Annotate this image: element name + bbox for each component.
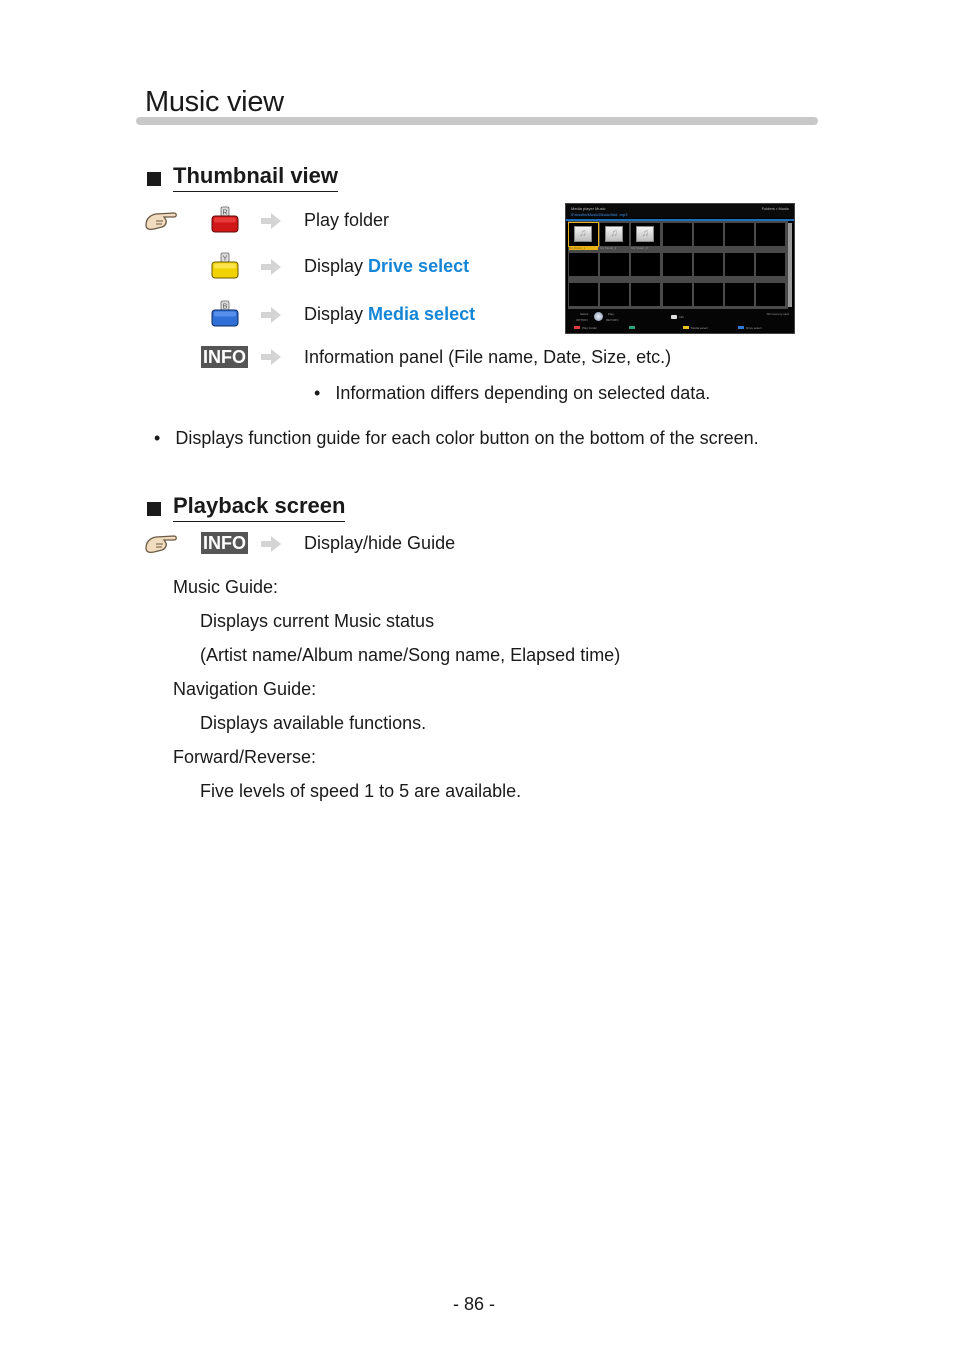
thumbnail-cell[interactable]: ♫ — [631, 223, 661, 246]
footer-select: Select — [580, 312, 589, 316]
arrow-right-icon — [261, 213, 281, 229]
term-navigation-guide: Navigation Guide: — [173, 679, 317, 699]
info-key-icon: INFO — [201, 346, 248, 368]
arrow-right-icon — [261, 307, 281, 323]
action-display-media-select: Display Media select — [304, 304, 475, 325]
desc-navigation-guide: Displays available functions. — [200, 713, 427, 733]
sub-bullet-text: Information differs depending on selecte… — [335, 383, 711, 403]
section-heading-text: Playback screen — [173, 493, 346, 522]
screenshot-path: /Favorite/Music/Music/### .mp3 — [571, 212, 628, 217]
thumbnail-cell[interactable] — [693, 223, 723, 246]
desc-music-guide-2: (Artist name/Album name/Song name, Elaps… — [200, 645, 621, 665]
blue-button-icon: B — [211, 300, 239, 327]
thumbnail-cell[interactable] — [756, 253, 786, 276]
screenshot-header-left: Media player Music — [571, 206, 606, 211]
section-heading-text: Thumbnail view — [173, 163, 339, 192]
thumbnail-cell[interactable] — [725, 283, 754, 306]
svg-text:R: R — [222, 210, 227, 217]
action-play-folder: Play folder — [304, 210, 389, 231]
info-key-icon — [671, 315, 677, 319]
hand-pointer-icon — [145, 535, 177, 554]
footer-blue: Drive select — [746, 326, 762, 330]
red-button-icon — [574, 326, 580, 329]
thumbnail-cell[interactable] — [756, 223, 786, 246]
thumbnail-caption: My Music_3 — [631, 246, 648, 250]
thumbnail-grid: My Music_1 ♫ My Music_2 ♫ My Music_3 ♫ — [568, 221, 788, 309]
music-note-icon: ♫ — [636, 226, 655, 242]
thumbnail-cell[interactable]: ♫ — [600, 223, 630, 246]
info-key-icon: INFO — [201, 532, 248, 554]
term-forward-reverse: Forward/Reverse: — [173, 747, 317, 767]
desc-forward-reverse: Five levels of speed 1 to 5 are availabl… — [200, 781, 522, 801]
media-select-link[interactable]: Media select — [368, 304, 475, 324]
screenshot-header: Media player Music Folders • Music /Favo… — [566, 204, 794, 218]
thumbnail-cell[interactable] — [600, 283, 630, 306]
square-bullet-icon — [147, 171, 161, 186]
music-note-icon: ♫ — [605, 226, 624, 242]
footer-option: OPTION — [576, 318, 588, 322]
thumbnail-cell[interactable]: ♫ — [568, 222, 599, 247]
footer-device: SD memory card — [766, 312, 789, 316]
term-music-guide: Music Guide: — [173, 577, 279, 597]
arrow-right-icon — [261, 536, 281, 552]
thumbnail-cell[interactable] — [662, 283, 692, 306]
thumbnail-cell[interactable] — [631, 283, 661, 306]
drive-select-link[interactable]: Drive select — [368, 256, 469, 276]
footer-yellow: Media select — [691, 326, 708, 330]
note-text: Displays function guide for each color b… — [175, 428, 759, 448]
thumbnail-view-screenshot: Media player Music Folders • Music /Favo… — [565, 203, 795, 334]
thumbnail-cell[interactable] — [725, 223, 754, 246]
screenshot-header-right: Folders • Music — [761, 206, 789, 211]
title-rule — [136, 117, 818, 125]
action-text: Play folder — [304, 210, 390, 230]
footer-red: Play Folder — [582, 326, 598, 330]
action-text: Display — [304, 256, 369, 276]
footer-info: Info — [679, 315, 685, 319]
yellow-button-icon: Y — [211, 252, 239, 279]
thumbnail-cell[interactable] — [569, 283, 598, 306]
yellow-button-icon — [683, 326, 689, 329]
square-bullet-icon — [147, 501, 161, 516]
action-display-drive-select: Display Drive select — [304, 256, 469, 277]
thumbnail-cell[interactable] — [662, 223, 692, 246]
red-button-icon: R — [211, 206, 239, 233]
thumbnail-caption: My Music_2 — [600, 246, 617, 250]
thumbnail-cell[interactable] — [569, 253, 598, 276]
action-text: Display — [304, 304, 369, 324]
action-information-panel: Information panel (File name, Date, Size… — [304, 347, 672, 367]
music-note-icon: ♫ — [574, 226, 592, 242]
svg-text:Y: Y — [223, 256, 228, 263]
thumbnail-cell[interactable] — [693, 253, 723, 276]
screenshot-footer: Select Play OPTION RETURN Info SD memory… — [566, 309, 794, 333]
desc-music-guide-1: Displays current Music status — [200, 611, 435, 631]
arrow-right-icon — [261, 259, 281, 275]
green-button-icon — [629, 326, 635, 329]
blue-button-icon — [738, 326, 744, 329]
thumbnail-cell[interactable] — [693, 283, 723, 306]
hand-pointer-icon — [145, 212, 177, 231]
arrow-right-icon — [261, 349, 281, 365]
thumbnail-cell[interactable] — [662, 253, 692, 276]
section-heading-playback-screen: Playback screen — [147, 493, 346, 522]
svg-text:B: B — [223, 304, 228, 311]
page-title: Music view — [145, 86, 284, 118]
footer-return: RETURN — [606, 318, 619, 322]
sub-bullet-note: Information differs depending on selecte… — [314, 383, 710, 404]
page-number: - 86 - — [453, 1294, 496, 1314]
thumbnail-cell[interactable] — [725, 253, 754, 276]
section-heading-thumbnail-view: Thumbnail view — [147, 163, 339, 192]
thumbnail-caption: My Music_1 — [569, 246, 598, 250]
function-guide-note: Displays function guide for each color b… — [154, 428, 759, 449]
action-display-hide-guide: Display/hide Guide — [304, 533, 456, 553]
thumbnail-cell[interactable] — [631, 253, 661, 276]
thumbnail-cell[interactable] — [600, 253, 630, 276]
screenshot-scrollbar — [788, 223, 792, 307]
footer-play: Play — [608, 312, 614, 316]
navigation-dial-icon — [594, 312, 603, 321]
thumbnail-cell[interactable] — [756, 283, 786, 306]
